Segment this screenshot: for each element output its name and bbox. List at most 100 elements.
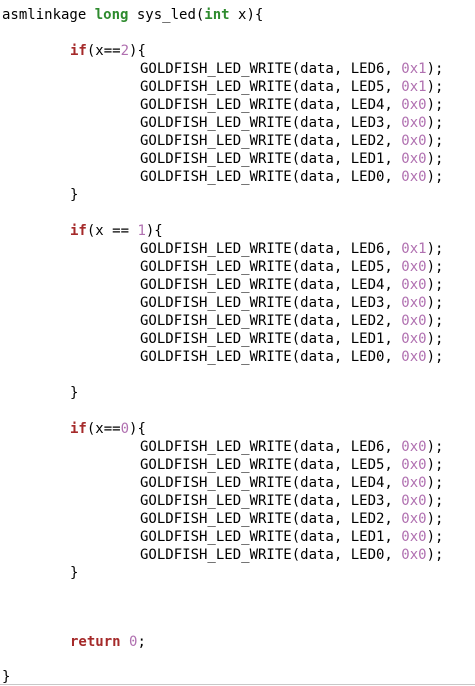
call-suffix: ); bbox=[426, 259, 444, 275]
call-prefix: GOLDFISH_LED_WRITE(data, LED1, bbox=[140, 529, 402, 545]
call-value: 0x0 bbox=[401, 313, 427, 329]
call-suffix: ); bbox=[426, 457, 444, 473]
code-token-cond-num: 2 bbox=[120, 43, 130, 59]
call-suffix: ); bbox=[426, 61, 444, 77]
code-token-if: if bbox=[70, 421, 87, 437]
call-value: 0x0 bbox=[401, 331, 427, 347]
call-suffix: ); bbox=[426, 115, 444, 131]
call-suffix: ); bbox=[426, 349, 444, 365]
code-token-return-type: long bbox=[94, 7, 129, 23]
code-line-call: GOLDFISH_LED_WRITE(data, LED5, 0x0); bbox=[140, 258, 443, 276]
call-prefix: GOLDFISH_LED_WRITE(data, LED3, bbox=[140, 295, 402, 311]
code-token-param-type: int bbox=[204, 7, 230, 23]
call-value: 0x0 bbox=[401, 97, 427, 113]
code-line-call: GOLDFISH_LED_WRITE(data, LED1, 0x0); bbox=[140, 528, 443, 546]
call-prefix: GOLDFISH_LED_WRITE(data, LED5, bbox=[140, 79, 402, 95]
call-value: 0x0 bbox=[401, 115, 427, 131]
call-value: 0x1 bbox=[401, 241, 427, 257]
code-line-call: GOLDFISH_LED_WRITE(data, LED0, 0x0); bbox=[140, 546, 443, 564]
code-token-cond-open: (x == bbox=[86, 223, 138, 239]
call-prefix: GOLDFISH_LED_WRITE(data, LED2, bbox=[140, 313, 402, 329]
call-suffix: ); bbox=[426, 169, 444, 185]
code-line-if-1: if(x == 1){ bbox=[70, 222, 163, 240]
code-token-return: return bbox=[70, 634, 121, 650]
call-value: 0x0 bbox=[401, 457, 427, 473]
call-value: 0x0 bbox=[401, 547, 427, 563]
call-prefix: GOLDFISH_LED_WRITE(data, LED3, bbox=[140, 115, 402, 131]
code-line-signature: asmlinkage long sys_led(int x){ bbox=[2, 6, 263, 24]
code-line-block-close-0: } bbox=[70, 187, 79, 203]
call-value: 0x0 bbox=[401, 277, 427, 293]
call-suffix: ); bbox=[426, 475, 444, 491]
code-token-cond-num: 1 bbox=[137, 223, 146, 239]
editor-bottom-border bbox=[0, 684, 475, 685]
call-suffix: ); bbox=[426, 529, 444, 545]
code-line-if-0: if(x==2){ bbox=[70, 42, 146, 60]
code-token-if: if bbox=[70, 223, 87, 239]
call-prefix: GOLDFISH_LED_WRITE(data, LED2, bbox=[140, 511, 402, 527]
call-prefix: GOLDFISH_LED_WRITE(data, LED3, bbox=[140, 493, 402, 509]
call-prefix: GOLDFISH_LED_WRITE(data, LED1, bbox=[140, 151, 402, 167]
code-line-call: GOLDFISH_LED_WRITE(data, LED2, 0x0); bbox=[140, 132, 443, 150]
code-line-call: GOLDFISH_LED_WRITE(data, LED4, 0x0); bbox=[140, 96, 443, 114]
code-line-call: GOLDFISH_LED_WRITE(data, LED0, 0x0); bbox=[140, 168, 443, 186]
call-prefix: GOLDFISH_LED_WRITE(data, LED5, bbox=[140, 259, 402, 275]
call-prefix: GOLDFISH_LED_WRITE(data, LED0, bbox=[140, 169, 402, 185]
call-prefix: GOLDFISH_LED_WRITE(data, LED5, bbox=[140, 457, 402, 473]
code-line-return: return 0; bbox=[70, 633, 146, 651]
code-token-cond-open: (x== bbox=[86, 421, 121, 437]
code-line-call: GOLDFISH_LED_WRITE(data, LED2, 0x0); bbox=[140, 312, 443, 330]
call-prefix: GOLDFISH_LED_WRITE(data, LED1, bbox=[140, 331, 402, 347]
call-suffix: ); bbox=[426, 439, 444, 455]
call-prefix: GOLDFISH_LED_WRITE(data, LED2, bbox=[140, 133, 402, 149]
call-prefix: GOLDFISH_LED_WRITE(data, LED6, bbox=[140, 439, 402, 455]
call-prefix: GOLDFISH_LED_WRITE(data, LED4, bbox=[140, 277, 402, 293]
call-suffix: ); bbox=[426, 79, 444, 95]
call-suffix: ); bbox=[426, 277, 444, 293]
code-token-cond-open: (x== bbox=[86, 43, 121, 59]
code-token-cond-close: ){ bbox=[145, 223, 163, 239]
code-line-call: GOLDFISH_LED_WRITE(data, LED5, 0x0); bbox=[140, 456, 443, 474]
call-suffix: ); bbox=[426, 547, 444, 563]
call-prefix: GOLDFISH_LED_WRITE(data, LED6, bbox=[140, 241, 402, 257]
code-line-call: GOLDFISH_LED_WRITE(data, LED2, 0x0); bbox=[140, 510, 443, 528]
call-prefix: GOLDFISH_LED_WRITE(data, LED4, bbox=[140, 97, 402, 113]
code-editor[interactable]: asmlinkage long sys_led(int x){ if(x==2)… bbox=[0, 0, 475, 686]
call-value: 0x0 bbox=[401, 439, 427, 455]
code-token-if: if bbox=[70, 43, 87, 59]
code-token-semicolon: ; bbox=[137, 634, 146, 650]
code-line-call: GOLDFISH_LED_WRITE(data, LED4, 0x0); bbox=[140, 474, 443, 492]
call-value: 0x0 bbox=[401, 259, 427, 275]
call-value: 0x0 bbox=[401, 493, 427, 509]
code-token-cond-close: ){ bbox=[129, 43, 146, 59]
code-line-call: GOLDFISH_LED_WRITE(data, LED6, 0x0); bbox=[140, 438, 443, 456]
call-value: 0x0 bbox=[401, 475, 427, 491]
call-prefix: GOLDFISH_LED_WRITE(data, LED6, bbox=[140, 61, 402, 77]
call-value: 0x0 bbox=[401, 529, 427, 545]
call-prefix: GOLDFISH_LED_WRITE(data, LED4, bbox=[140, 475, 402, 491]
call-value: 0x1 bbox=[401, 61, 427, 77]
code-line-call: GOLDFISH_LED_WRITE(data, LED3, 0x0); bbox=[140, 114, 443, 132]
call-suffix: ); bbox=[426, 241, 444, 257]
code-line-call: GOLDFISH_LED_WRITE(data, LED3, 0x0); bbox=[140, 294, 443, 312]
call-value: 0x1 bbox=[401, 79, 427, 95]
code-line-call: GOLDFISH_LED_WRITE(data, LED1, 0x0); bbox=[140, 150, 443, 168]
call-prefix: GOLDFISH_LED_WRITE(data, LED0, bbox=[140, 547, 402, 563]
call-prefix: GOLDFISH_LED_WRITE(data, LED0, bbox=[140, 349, 402, 365]
code-line-call: GOLDFISH_LED_WRITE(data, LED6, 0x1); bbox=[140, 240, 443, 258]
code-token-asmlinkage: asmlinkage bbox=[2, 7, 95, 23]
code-line-call: GOLDFISH_LED_WRITE(data, LED3, 0x0); bbox=[140, 492, 443, 510]
call-value: 0x0 bbox=[401, 151, 427, 167]
code-token-cond-num: 0 bbox=[120, 421, 130, 437]
call-value: 0x0 bbox=[401, 295, 427, 311]
call-suffix: ); bbox=[426, 331, 444, 347]
call-suffix: ); bbox=[426, 97, 444, 113]
code-token-cond-close: ){ bbox=[129, 421, 146, 437]
code-token-function-name: sys_led( bbox=[128, 7, 205, 23]
code-line-call: GOLDFISH_LED_WRITE(data, LED1, 0x0); bbox=[140, 330, 443, 348]
code-line-call: GOLDFISH_LED_WRITE(data, LED5, 0x1); bbox=[140, 78, 443, 96]
code-token-param-rest: x){ bbox=[229, 7, 264, 23]
call-suffix: ); bbox=[426, 151, 444, 167]
call-suffix: ); bbox=[426, 313, 444, 329]
